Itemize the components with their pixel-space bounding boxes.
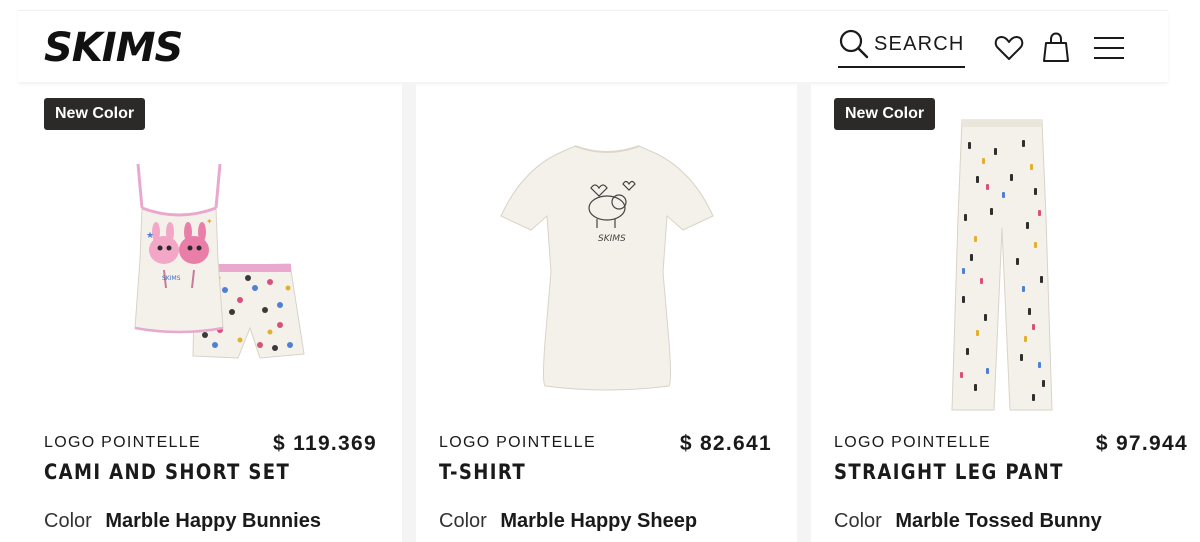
skims-logo-text: SKIMS <box>44 27 182 65</box>
tshirt-graphic: SKIMS <box>500 145 714 391</box>
product-subtitle: LOGO POINTELLE <box>439 434 596 451</box>
pant-graphic <box>951 119 1053 411</box>
color-value: Marble Happy Bunnies <box>105 510 321 532</box>
svg-text:★: ★ <box>146 231 154 241</box>
product-subtitle: LOGO POINTELLE <box>44 434 201 451</box>
search-icon[interactable] <box>838 28 870 60</box>
color-value: Marble Tossed Bunny <box>895 510 1102 532</box>
product-subtitle: LOGO POINTELLE <box>834 434 991 451</box>
search-label[interactable]: SEARCH <box>874 33 965 56</box>
product-card-tshirt[interactable]: SKIMS LOGO POINTELLE $ 82.641 T-SHIRT Co… <box>425 82 795 542</box>
svg-text:SKIMS: SKIMS <box>162 275 181 282</box>
product-image-cami-short-set[interactable]: SKIMS ★ ✦ <box>120 160 320 440</box>
new-color-badge: New Color <box>44 98 146 130</box>
column-divider <box>797 82 811 542</box>
site-header: SKIMS SEARCH <box>18 10 1168 82</box>
product-card-straight-leg-pant[interactable]: New Color LOGO POINTELLE $ 97.944 STRAIG… <box>820 82 1190 542</box>
color-row: Color Marble Tossed Bunny <box>834 510 1102 533</box>
color-row: Color Marble Happy Bunnies <box>44 510 321 533</box>
product-image-tshirt[interactable]: SKIMS <box>497 142 717 392</box>
cami-graphic: SKIMS ★ ✦ <box>134 163 224 334</box>
search-bar[interactable]: SEARCH <box>838 26 965 68</box>
new-color-badge: New Color <box>834 98 936 130</box>
color-value: Marble Happy Sheep <box>500 510 698 532</box>
product-name[interactable]: T-SHIRT <box>439 460 526 484</box>
product-price: $ 82.641 <box>679 432 772 455</box>
product-name[interactable]: CAMI AND SHORT SET <box>44 460 290 484</box>
color-label: Color <box>439 510 487 532</box>
product-image-straight-leg-pant[interactable] <box>946 118 1056 414</box>
bag-icon[interactable] <box>1042 31 1070 63</box>
color-label: Color <box>834 510 882 532</box>
heart-icon[interactable] <box>994 33 1024 63</box>
column-divider <box>402 82 416 542</box>
product-price: $ 97.944 <box>1095 432 1188 455</box>
product-name[interactable]: STRAIGHT LEG PANT <box>834 460 1064 484</box>
product-price: $ 119.369 <box>273 432 377 455</box>
color-row: Color Marble Happy Sheep <box>439 510 697 533</box>
color-label: Color <box>44 510 92 532</box>
svg-text:✦: ✦ <box>206 217 213 226</box>
svg-text:SKIMS: SKIMS <box>598 234 626 244</box>
product-card-cami-set[interactable]: New Color SKIMS ★ ✦ LOGO POINTELLE $ 119… <box>30 82 400 542</box>
menu-icon[interactable] <box>1094 35 1124 61</box>
skims-logo[interactable]: SKIMS <box>44 27 196 65</box>
